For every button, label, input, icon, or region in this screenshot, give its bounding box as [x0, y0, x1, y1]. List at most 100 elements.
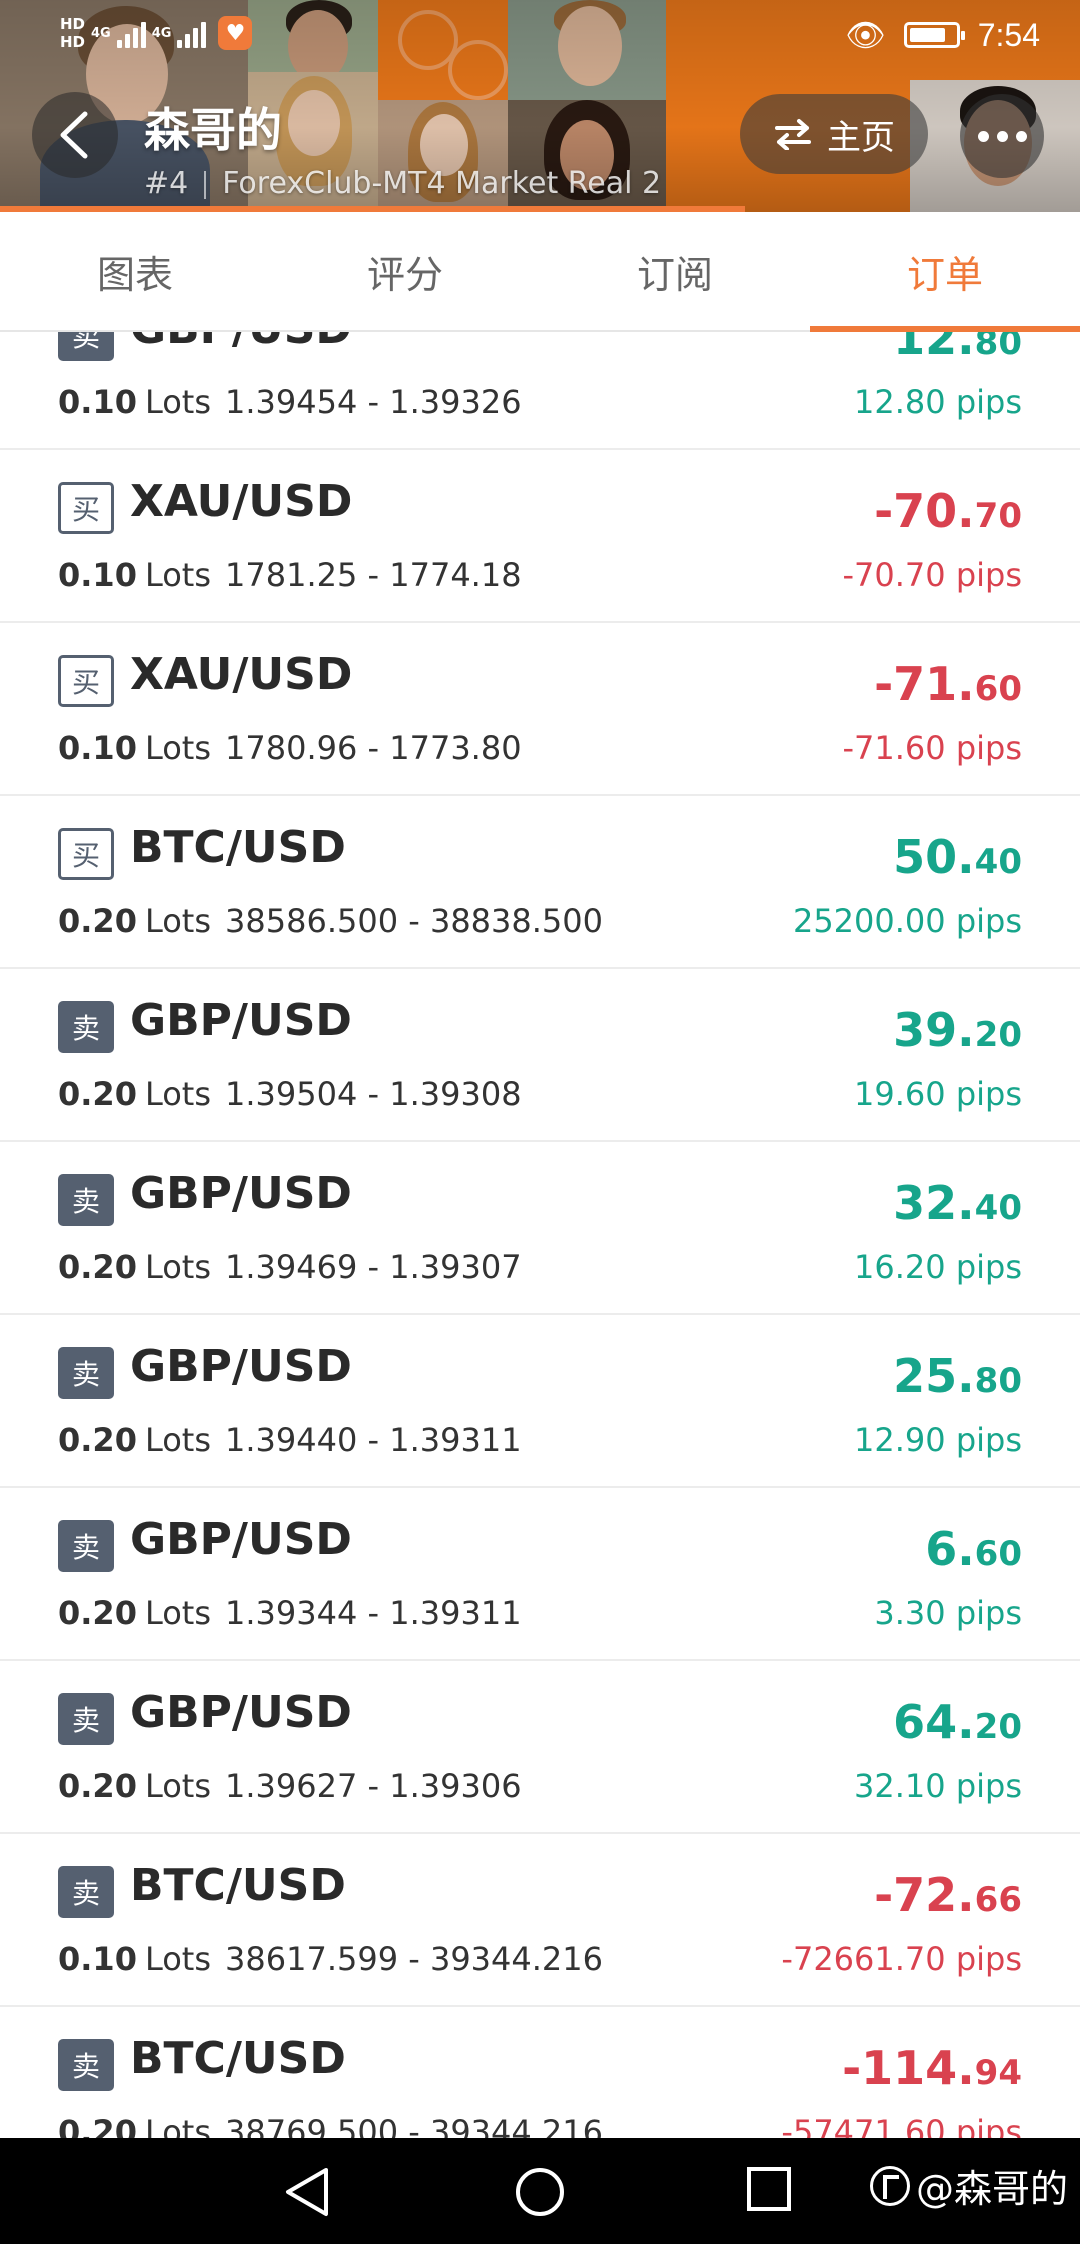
profit-integer: 25.: [893, 1349, 975, 1403]
order-row[interactable]: 买 XAU/USD 0.10 Lots 1781.25 - 1774.18 -70.70-…: [0, 450, 1080, 623]
order-price-range: 1.39627 - 1.39306: [225, 1767, 522, 1805]
orders-list[interactable]: 卖GBP/USD0.10Lots1.39454 - 1.3932612.8012…: [0, 332, 1080, 2138]
order-profit: 50.40: [893, 830, 1022, 884]
order-lots-unit: Lots: [144, 1594, 212, 1632]
order-profit: -70.70: [874, 484, 1022, 538]
profit-decimal: 60: [974, 1534, 1022, 1574]
order-row[interactable]: 买 BTC/USD 0.20 Lots 38586.500 - 38838.500 50.…: [0, 796, 1080, 969]
order-details: 0.20 Lots 1.39440 - 1.39311: [58, 1421, 522, 1459]
status-time: 7:54: [977, 16, 1040, 53]
order-details: 0.20 Lots 1.39344 - 1.39311: [58, 1594, 522, 1632]
more-dots-icon: [1015, 130, 1027, 142]
order-symbol: BTC/USD: [130, 822, 346, 873]
order-price-range: 1780.96 - 1773.80: [225, 729, 522, 767]
page-title: 森哥的: [144, 103, 282, 157]
order-lots: 0.10: [58, 556, 137, 594]
back-button[interactable]: [32, 92, 118, 178]
order-lots: 0.10: [58, 1940, 137, 1978]
order-row[interactable]: 卖 BTC/USD 0.20 Lots 38769.500 - 39344.216 -11…: [0, 2007, 1080, 2138]
order-profit: 32.40: [893, 1176, 1022, 1230]
eye-comfort-icon: 👁: [845, 16, 886, 54]
order-pips: -71.60 pips: [842, 729, 1022, 767]
order-pips: 3.30 pips: [874, 1594, 1022, 1632]
profit-decimal: 80: [974, 332, 1022, 363]
order-pips: 19.60 pips: [854, 1075, 1022, 1113]
tab-subscribe[interactable]: 订阅: [540, 212, 810, 330]
profit-integer: 12.: [893, 332, 975, 365]
order-price-range: 38617.599 - 39344.216: [225, 1940, 603, 1978]
side-badge: 卖: [58, 332, 114, 361]
account-info: #4 ForexClub-MT4 Market Real 2: [144, 166, 661, 201]
order-details: 0.10 Lots 38617.599 - 39344.216: [58, 1940, 603, 1978]
order-lots: 0.10: [58, 729, 137, 767]
order-profit: -114.94: [842, 2041, 1022, 2095]
signal-icon: [116, 18, 146, 48]
weibo-logo-icon: [869, 2165, 910, 2206]
profit-decimal: 94: [974, 2053, 1022, 2093]
more-dots-icon: [996, 130, 1008, 142]
order-lots-unit: Lots: [144, 1421, 212, 1459]
order-symbol: GBP/USD: [130, 1514, 352, 1565]
home-button-label: 主页: [827, 117, 895, 158]
order-lots: 0.20: [58, 1767, 137, 1805]
order-row[interactable]: 卖GBP/USD0.10Lots1.39454 - 1.3932612.8012…: [0, 332, 1080, 450]
order-symbol: GBP/USD: [130, 1687, 352, 1738]
tab-bar: 图表 评分 订阅 订单: [0, 212, 1080, 332]
profit-integer: 39.: [893, 1003, 975, 1057]
home-button[interactable]: 主页: [740, 94, 928, 174]
nav-home-icon[interactable]: [514, 2166, 566, 2218]
order-row[interactable]: 卖 GBP/USD 0.20 Lots 1.39469 - 1.39307 32.40 16…: [0, 1142, 1080, 1315]
order-lots: 0.20: [58, 2113, 137, 2138]
order-price-range: 38586.500 - 38838.500: [225, 902, 603, 940]
order-lots: 0.20: [58, 1594, 137, 1632]
order-pips: -70.70 pips: [842, 556, 1022, 594]
order-profit: 25.80: [893, 1349, 1022, 1403]
profit-integer: -72.: [874, 1868, 975, 1922]
order-lots-unit: Lots: [144, 1075, 212, 1113]
nav-recents-icon[interactable]: [746, 2166, 792, 2212]
network-hd-1: HD: [60, 15, 86, 33]
account-name: ForexClub-MT4 Market Real 2: [222, 166, 662, 201]
order-lots: 0.20: [58, 902, 137, 940]
order-details: 0.10 Lots 1781.25 - 1774.18: [58, 556, 522, 594]
health-app-icon: ♥: [218, 16, 253, 50]
signal-icon: [177, 18, 207, 48]
side-badge: 卖: [58, 2039, 114, 2091]
order-lots: 0.20: [58, 1248, 137, 1286]
order-row[interactable]: 卖 GBP/USD 0.20 Lots 1.39440 - 1.39311 25.80 12…: [0, 1315, 1080, 1488]
tab-rating[interactable]: 评分: [270, 212, 540, 330]
side-badge: 买: [58, 828, 114, 880]
order-details: 0.20 Lots 1.39627 - 1.39306: [58, 1767, 522, 1805]
order-symbol: GBP/USD: [130, 995, 352, 1046]
order-profit: -71.60: [874, 657, 1022, 711]
more-options-button[interactable]: [960, 94, 1044, 178]
order-lots-unit: Lots: [144, 1767, 212, 1805]
side-badge: 卖: [58, 1174, 114, 1226]
side-badge: 卖: [58, 1520, 114, 1572]
order-price-range: 1.39344 - 1.39311: [225, 1594, 522, 1632]
account-rank: #4: [144, 166, 189, 201]
order-pips: -72661.70 pips: [781, 1940, 1022, 1978]
profit-integer: 50.: [893, 830, 975, 884]
signal-label-2: 4G: [151, 25, 172, 41]
profit-decimal: 60: [974, 669, 1022, 709]
order-price-range: 1.39469 - 1.39307: [225, 1248, 522, 1286]
order-details: 0.20 Lots 1.39504 - 1.39308: [58, 1075, 522, 1113]
order-lots: 0.20: [58, 1075, 137, 1113]
order-row[interactable]: 卖 GBP/USD 0.20 Lots 1.39504 - 1.39308 39.20 19…: [0, 969, 1080, 1142]
nav-back-icon[interactable]: [282, 2166, 332, 2218]
order-profit: 12.80: [893, 332, 1022, 365]
order-profit: 39.20: [893, 1003, 1022, 1057]
order-pips: 12.80 pips: [854, 383, 1022, 421]
side-badge: 买: [58, 655, 114, 707]
more-dots-icon: [977, 130, 989, 142]
order-row[interactable]: 卖 GBP/USD 0.20 Lots 1.39344 - 1.39311 6.60 3.3…: [0, 1488, 1080, 1661]
order-row[interactable]: 卖 GBP/USD 0.20 Lots 1.39627 - 1.39306 64.20 32…: [0, 1661, 1080, 1834]
watermark: @森哥的: [869, 2158, 1068, 2213]
side-badge: 卖: [58, 1001, 114, 1053]
order-row[interactable]: 卖 BTC/USD 0.10 Lots 38617.599 - 39344.216 -72…: [0, 1834, 1080, 2007]
order-lots-unit: Lots: [144, 556, 212, 594]
tab-chart[interactable]: 图表: [0, 212, 270, 330]
tab-orders[interactable]: 订单: [810, 212, 1080, 332]
order-row[interactable]: 买 XAU/USD 0.10 Lots 1780.96 - 1773.80 -71.60-…: [0, 623, 1080, 796]
